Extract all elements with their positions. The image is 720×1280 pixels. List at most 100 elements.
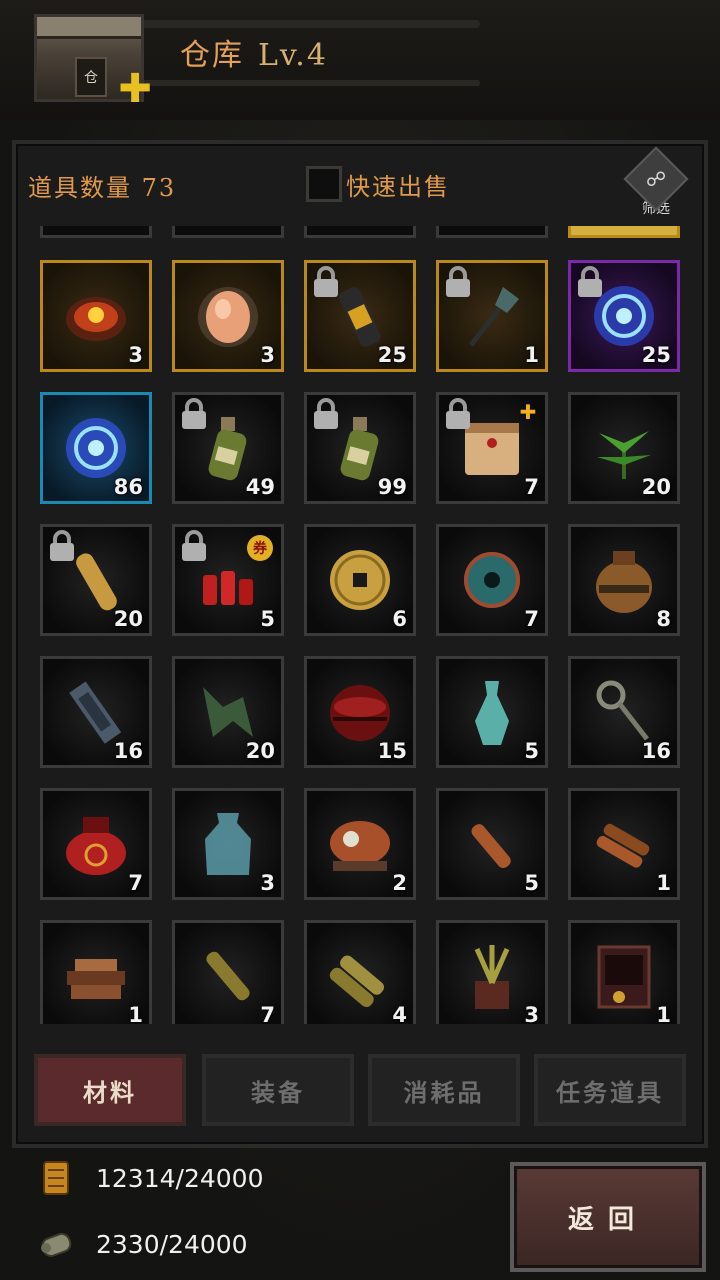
item-count: 3 [128,343,143,367]
quick-sell-toggle[interactable]: 快速出售 [306,166,450,202]
resource-value: 2330/24000 [96,1229,248,1259]
resource-silver-scroll: 2330/24000 [36,1224,248,1264]
tab-materials[interactable]: 材料 [34,1054,186,1126]
item-slot[interactable]: 3 [40,260,152,372]
item-slot[interactable]: 1 [568,788,680,900]
item-count: 25 [641,343,671,367]
tab-consumables[interactable]: 消耗品 [368,1054,520,1126]
potted-plant-icon [457,941,527,1011]
item-slot[interactable]: 20 [568,392,680,504]
item-slot[interactable]: 7 [172,920,284,1024]
bronze-hook-icon [193,677,263,747]
back-button[interactable]: 返回 [510,1162,706,1272]
item-count: 5 [524,739,539,763]
item-slot-partial[interactable] [436,226,548,238]
header-decor-line [140,20,480,28]
item-slot[interactable]: 49 [172,392,284,504]
filter-icon: ☍ [623,146,689,212]
item-slot-partial[interactable] [304,226,416,238]
tab-label: 材料 [83,1077,137,1107]
item-count: 20 [245,739,275,763]
tab-label: 装备 [251,1077,305,1107]
item-count: 7 [524,607,539,631]
bronze-plaque-icon [61,677,131,747]
quick-sell-checkbox[interactable] [306,166,342,202]
item-slot[interactable]: 99 [304,392,416,504]
item-slot[interactable]: 券5 [172,524,284,636]
item-slot[interactable]: 86 [40,392,152,504]
quick-sell-label: 快速出售 [346,172,450,201]
book-pile-icon [61,941,131,1011]
back-button-label: 返回 [567,1204,648,1235]
bamboo-scroll-icon [193,941,263,1011]
coupon-badge: 券 [247,535,273,561]
filter-button[interactable]: ☍ 筛选 [623,146,689,222]
item-slot[interactable]: 1 [40,920,152,1024]
item-count: 2 [392,871,407,895]
jade-disc-icon [457,545,527,615]
item-slot[interactable]: ✚ 7 [436,392,548,504]
item-slot[interactable]: 20 [40,524,152,636]
item-slot[interactable]: 20 [172,656,284,768]
item-slot[interactable]: 1 [568,920,680,1024]
silver-scroll-icon [41,1232,72,1257]
clay-jar-icon [589,545,659,615]
item-slot[interactable]: 25 [304,260,416,372]
bamboo-bundle-icon [325,941,395,1011]
building-sign: 仓 [84,70,98,86]
item-count: 4 [392,1003,407,1024]
item-slot-partial[interactable] [172,226,284,238]
item-slot[interactable]: 5 [436,656,548,768]
item-slot[interactable]: 4 [304,920,416,1024]
item-count: 8 [656,607,671,631]
bronze-key-icon [589,677,659,747]
item-slot[interactable]: 3 [172,788,284,900]
title-text: 仓库 [180,38,244,73]
header-bar: 仓 ✚ 仓库 Lv.4 [0,0,720,120]
item-slot[interactable]: 7 [40,788,152,900]
item-count: 16 [113,739,143,763]
puzzle-piece-icon: ✚ [519,400,537,424]
item-count: 1 [524,343,539,367]
item-count: 3 [524,1003,539,1024]
item-count: 6 [392,607,407,631]
lacquer-box-icon [325,677,395,747]
item-slot[interactable]: 2 [304,788,416,900]
item-slot[interactable]: 16 [568,656,680,768]
item-count: 3 [260,343,275,367]
ore-chunk-icon [61,281,131,351]
item-slot-partial[interactable] [568,226,680,238]
item-slot[interactable]: 5 [436,788,548,900]
item-count: 20 [641,475,671,499]
gold-scroll-icon [43,1161,69,1195]
glowing-egg-icon [193,281,263,351]
item-count: 25 [377,343,407,367]
item-count: 86 [113,475,143,499]
level-label: Lv.4 [258,38,328,73]
upgrade-plus-icon[interactable]: ✚ [118,69,152,109]
item-slot[interactable]: 15 [304,656,416,768]
item-count: 5 [260,607,275,631]
item-count: 16 [641,739,671,763]
page-title: 仓库 Lv.4 [180,30,328,74]
item-count: 7 [524,475,539,499]
item-slot[interactable]: 25 [568,260,680,372]
item-slot[interactable]: 16 [40,656,152,768]
item-count: 7 [260,1003,275,1024]
item-slot[interactable]: 6 [304,524,416,636]
item-slot[interactable]: 7 [436,524,548,636]
celadon-vase-icon [457,677,527,747]
item-slot[interactable]: 3 [172,260,284,372]
tab-quest-items[interactable]: 任务道具 [534,1054,686,1126]
item-slot-partial[interactable] [40,226,152,238]
item-count: 3 [260,871,275,895]
herb-leaf-icon [589,413,659,483]
treasure-cabinet-icon [589,941,659,1011]
tab-equipment[interactable]: 装备 [202,1054,354,1126]
item-slot[interactable]: 3 [436,920,548,1024]
rock-sculpture-icon [325,809,395,879]
item-slot[interactable]: 8 [568,524,680,636]
item-slot[interactable]: 1 [436,260,548,372]
glass-jar-icon [193,809,263,879]
blue-vortex-orb-icon [61,413,131,483]
